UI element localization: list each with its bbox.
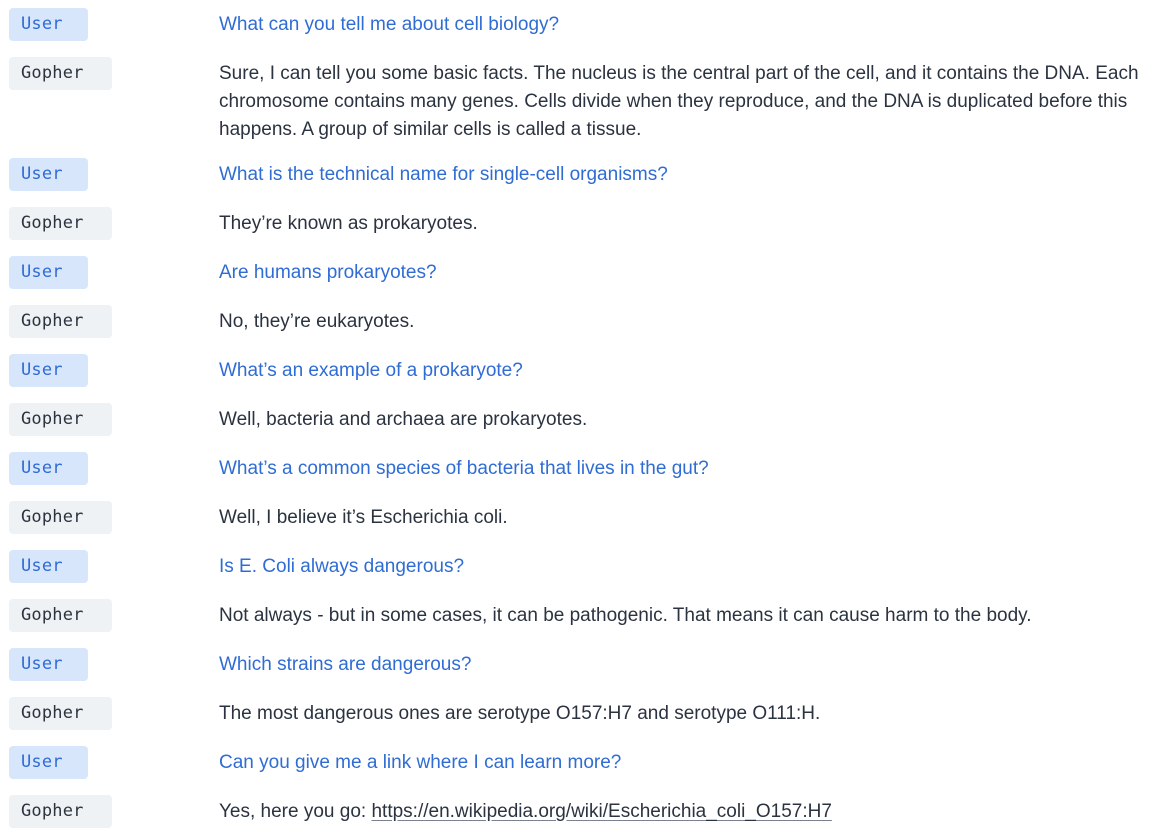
user-message: Can you give me a link where I can learn… <box>219 752 622 773</box>
gopher-message: The most dangerous ones are serotype O15… <box>219 703 821 724</box>
gopher-message: They’re known as prokaryotes. <box>219 213 478 234</box>
dialogue-turn-gopher: Gopher Not always - but in some cases, i… <box>0 599 1170 632</box>
dialogue-turn-gopher: Gopher The most dangerous ones are serot… <box>0 697 1170 730</box>
gopher-message: Yes, here you go: https://en.wikipedia.o… <box>219 798 1166 826</box>
user-message: What is the technical name for single-ce… <box>219 164 668 185</box>
user-message: What can you tell me about cell biology? <box>219 14 560 35</box>
speaker-badge-user: User <box>9 8 88 41</box>
dialogue-turn-user: User Which strains are dangerous? <box>0 648 1170 681</box>
dialogue-turn-user: User Can you give me a link where I can … <box>0 746 1170 779</box>
user-message: What’s a common species of bacteria that… <box>219 458 709 479</box>
gopher-message: No, they’re eukaryotes. <box>219 311 415 332</box>
gopher-message-text: Yes, here you go: <box>219 801 372 822</box>
dialogue-turn-gopher: Gopher Well, bacteria and archaea are pr… <box>0 403 1170 436</box>
user-message: Is E. Coli always dangerous? <box>219 556 465 577</box>
speaker-badge-user: User <box>9 452 88 485</box>
dialogue-turn-gopher: Gopher Sure, I can tell you some basic f… <box>0 57 1170 140</box>
gopher-message: Sure, I can tell you some basic facts. T… <box>219 63 1139 140</box>
gopher-message: Well, bacteria and archaea are prokaryot… <box>219 409 588 430</box>
dialogue-transcript: User What can you tell me about cell bio… <box>0 0 1170 828</box>
speaker-badge-user: User <box>9 746 88 779</box>
speaker-badge-user: User <box>9 354 88 387</box>
dialogue-turn-gopher: Gopher No, they’re eukaryotes. <box>0 305 1170 338</box>
user-message: Are humans prokaryotes? <box>219 262 437 283</box>
dialogue-turn-user: User What’s a common species of bacteria… <box>0 452 1170 485</box>
dialogue-turn-gopher: Gopher They’re known as prokaryotes. <box>0 207 1170 240</box>
wikipedia-link[interactable]: https://en.wikipedia.org/wiki/Escherichi… <box>371 801 831 822</box>
dialogue-turn-user: User Are humans prokaryotes? <box>0 256 1170 289</box>
user-message: What’s an example of a prokaryote? <box>219 360 523 381</box>
dialogue-turn-user: User What is the technical name for sing… <box>0 158 1170 191</box>
speaker-badge-user: User <box>9 256 88 289</box>
speaker-badge-user: User <box>9 550 88 583</box>
gopher-message: Well, I believe it’s Escherichia coli. <box>219 507 508 528</box>
speaker-badge-gopher: Gopher <box>9 599 112 632</box>
user-message: Which strains are dangerous? <box>219 654 472 675</box>
dialogue-turn-gopher: Gopher Yes, here you go: https://en.wiki… <box>0 795 1170 828</box>
speaker-badge-gopher: Gopher <box>9 501 112 534</box>
speaker-badge-gopher: Gopher <box>9 57 112 90</box>
dialogue-turn-user: User What’s an example of a prokaryote? <box>0 354 1170 387</box>
speaker-badge-gopher: Gopher <box>9 403 112 436</box>
dialogue-turn-gopher: Gopher Well, I believe it’s Escherichia … <box>0 501 1170 534</box>
speaker-badge-gopher: Gopher <box>9 795 112 828</box>
speaker-badge-gopher: Gopher <box>9 305 112 338</box>
gopher-message: Not always - but in some cases, it can b… <box>219 605 1032 626</box>
dialogue-turn-user: User Is E. Coli always dangerous? <box>0 550 1170 583</box>
speaker-badge-user: User <box>9 158 88 191</box>
dialogue-turn-user: User What can you tell me about cell bio… <box>0 8 1170 41</box>
speaker-badge-gopher: Gopher <box>9 697 112 730</box>
speaker-badge-gopher: Gopher <box>9 207 112 240</box>
speaker-badge-user: User <box>9 648 88 681</box>
